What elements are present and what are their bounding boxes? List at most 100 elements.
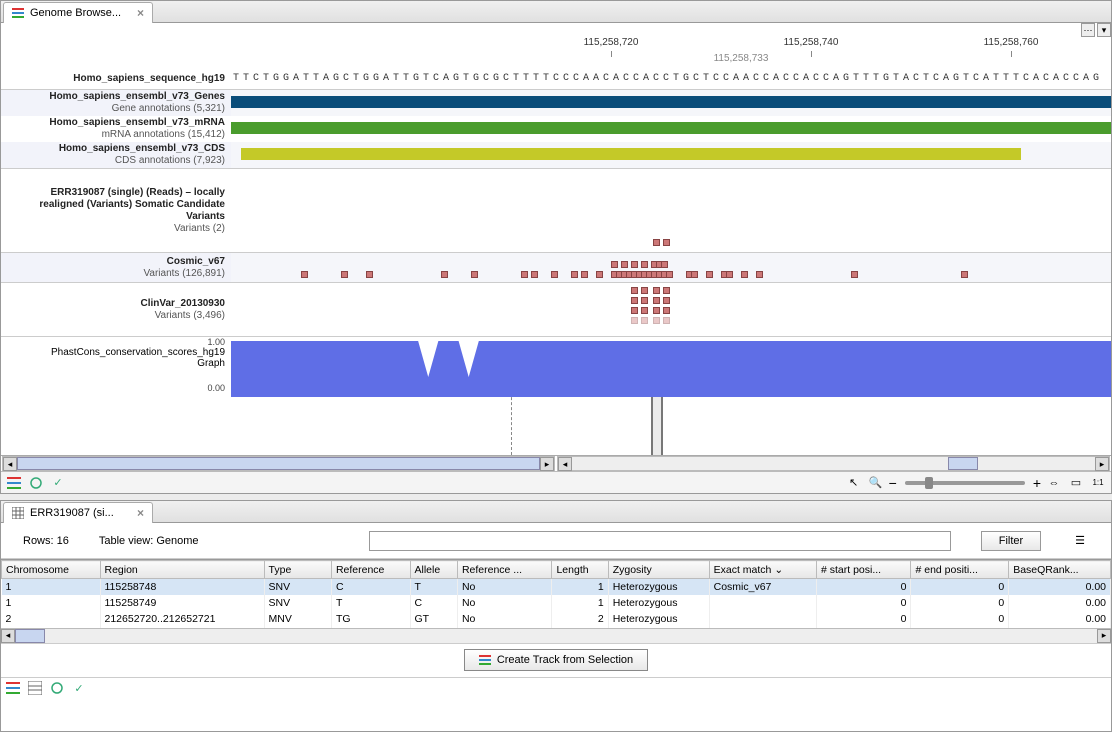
- pointer-icon[interactable]: ↖: [845, 474, 863, 492]
- column-header[interactable]: Length: [552, 561, 608, 579]
- base-letter: C: [1061, 73, 1071, 84]
- variant-marker[interactable]: [551, 271, 558, 278]
- scroll-right-icon[interactable]: ▸: [1095, 457, 1109, 471]
- create-track-button[interactable]: Create Track from Selection: [464, 649, 648, 671]
- search-input[interactable]: [369, 531, 951, 551]
- variant-marker[interactable]: [341, 271, 348, 278]
- variant-marker[interactable]: [366, 271, 373, 278]
- variant-marker[interactable]: [653, 297, 660, 304]
- variant-marker[interactable]: [631, 261, 638, 268]
- close-icon[interactable]: ×: [137, 6, 144, 20]
- column-header[interactable]: Zygosity: [608, 561, 709, 579]
- variant-marker[interactable]: [631, 307, 638, 314]
- variant-marker[interactable]: [851, 271, 858, 278]
- scroll-right-icon[interactable]: ▸: [540, 457, 554, 471]
- circle-view-icon[interactable]: [27, 474, 45, 492]
- variant-marker[interactable]: [756, 271, 763, 278]
- scroll-right-icon[interactable]: ▸: [1097, 629, 1111, 643]
- variant-marker[interactable]: [653, 307, 660, 314]
- circle-view-icon[interactable]: [49, 680, 65, 696]
- sequence-track[interactable]: TTCTGGATTAGCTGGATTGTCAGTGCGCTTTTCCCAACAC…: [231, 68, 1111, 89]
- column-header[interactable]: Reference ...: [457, 561, 552, 579]
- variant-marker[interactable]: [471, 271, 478, 278]
- ruler-more-icon[interactable]: ⋯: [1081, 23, 1095, 37]
- column-header[interactable]: Allele: [410, 561, 457, 579]
- variant-marker[interactable]: [661, 261, 668, 268]
- content-scrollbar[interactable]: ◂ ▸: [557, 456, 1110, 471]
- column-header[interactable]: Type: [264, 561, 331, 579]
- close-icon[interactable]: ×: [137, 506, 144, 520]
- column-header[interactable]: # end positi...: [911, 561, 1009, 579]
- check-icon[interactable]: ✓: [49, 474, 67, 492]
- variant-marker[interactable]: [571, 271, 578, 278]
- clinvar-track[interactable]: [231, 283, 1111, 336]
- somatic-variants-track[interactable]: [231, 169, 1111, 252]
- variant-marker[interactable]: [706, 271, 713, 278]
- variant-marker[interactable]: [521, 271, 528, 278]
- column-header[interactable]: # start posi...: [816, 561, 911, 579]
- variant-marker[interactable]: [641, 261, 648, 268]
- scroll-left-icon[interactable]: ◂: [558, 457, 572, 471]
- check-icon[interactable]: ✓: [71, 680, 87, 696]
- column-header[interactable]: Reference: [331, 561, 410, 579]
- variant-marker[interactable]: [641, 317, 648, 324]
- filter-options-icon[interactable]: ☰: [1071, 532, 1089, 550]
- variant-marker[interactable]: [631, 287, 638, 294]
- variant-marker[interactable]: [653, 287, 660, 294]
- column-header[interactable]: BaseQRank...: [1009, 561, 1111, 579]
- table-row[interactable]: 1115258748SNVCTNo1HeterozygousCosmic_v67…: [2, 579, 1111, 595]
- variant-marker[interactable]: [641, 287, 648, 294]
- fit-width-icon[interactable]: ⇔: [1045, 474, 1063, 492]
- variant-marker[interactable]: [726, 271, 733, 278]
- variant-marker[interactable]: [691, 271, 698, 278]
- tab-genome-browser[interactable]: Genome Browse... ×: [3, 2, 153, 23]
- variant-marker[interactable]: [531, 271, 538, 278]
- label-scrollbar[interactable]: ◂ ▸: [2, 456, 555, 471]
- variant-marker[interactable]: [663, 317, 670, 324]
- variant-marker[interactable]: [611, 261, 618, 268]
- phastcons-track[interactable]: [231, 337, 1111, 396]
- scroll-left-icon[interactable]: ◂: [3, 457, 17, 471]
- variant-marker[interactable]: [631, 297, 638, 304]
- variant-marker[interactable]: [631, 317, 638, 324]
- table-row[interactable]: 2212652720..212652721MNVTGGTNo2Heterozyg…: [2, 611, 1111, 627]
- variant-marker[interactable]: [596, 271, 603, 278]
- variant-marker[interactable]: [621, 261, 628, 268]
- filter-button[interactable]: Filter: [981, 531, 1041, 551]
- scroll-left-icon[interactable]: ◂: [1, 629, 15, 643]
- table-view-icon[interactable]: [27, 680, 43, 696]
- tab-err319087[interactable]: ERR319087 (si... ×: [3, 502, 153, 523]
- column-header[interactable]: Chromosome: [2, 561, 101, 579]
- table-scrollbar[interactable]: ◂ ▸: [1, 628, 1111, 643]
- mrna-track[interactable]: [231, 116, 1111, 142]
- variant-marker[interactable]: [961, 271, 968, 278]
- one-to-one-icon[interactable]: 1:1: [1089, 474, 1107, 492]
- zoom-slider[interactable]: [905, 481, 1025, 485]
- fit-selection-icon[interactable]: ▭: [1067, 474, 1085, 492]
- variant-marker[interactable]: [741, 271, 748, 278]
- cosmic-track[interactable]: [231, 253, 1111, 282]
- zoom-tool-icon[interactable]: 🔍: [867, 474, 885, 492]
- zoom-in-icon[interactable]: +: [1033, 475, 1041, 491]
- variant-marker[interactable]: [641, 297, 648, 304]
- variant-marker[interactable]: [663, 307, 670, 314]
- column-header[interactable]: Exact match ⌄: [709, 561, 816, 579]
- track-view-icon[interactable]: [5, 680, 21, 696]
- column-header[interactable]: Region: [100, 561, 264, 579]
- genes-track[interactable]: [231, 90, 1111, 116]
- variant-marker[interactable]: [666, 271, 673, 278]
- variant-marker[interactable]: [441, 271, 448, 278]
- variant-marker[interactable]: [663, 287, 670, 294]
- track-view-icon[interactable]: [5, 474, 23, 492]
- variant-marker[interactable]: [301, 271, 308, 278]
- variant-marker[interactable]: [641, 307, 648, 314]
- table-row[interactable]: 1115258749SNVTCNo1Heterozygous000.00: [2, 595, 1111, 611]
- table-cell: 0: [911, 595, 1009, 611]
- ruler[interactable]: ⋯ ▾ 115,258,720 115,258,740 115,258,760 …: [461, 23, 1111, 68]
- ruler-expand-icon[interactable]: ▾: [1097, 23, 1111, 37]
- zoom-out-icon[interactable]: −: [889, 475, 897, 491]
- variant-marker[interactable]: [663, 297, 670, 304]
- cds-track[interactable]: [231, 142, 1111, 168]
- variant-marker[interactable]: [581, 271, 588, 278]
- variant-marker[interactable]: [653, 317, 660, 324]
